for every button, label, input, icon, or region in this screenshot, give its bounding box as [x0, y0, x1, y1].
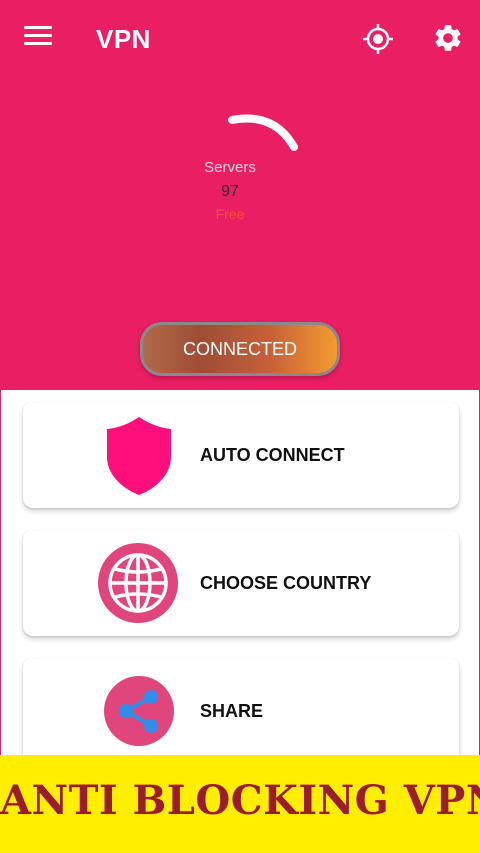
auto-connect-card[interactable]: AUTO CONNECT	[23, 402, 459, 508]
shield-icon	[107, 417, 171, 495]
hamburger-menu-icon[interactable]	[24, 26, 52, 50]
connection-gauge-arc	[228, 114, 298, 151]
connect-button[interactable]: CONNECTED	[140, 322, 340, 376]
promo-banner: ANTI BLOCKING VPN	[0, 755, 480, 853]
banner-text: ANTI BLOCKING VPN	[0, 777, 480, 824]
share-card[interactable]: SHARE	[23, 658, 459, 755]
share-label: SHARE	[200, 701, 264, 721]
servers-count: 97	[221, 183, 239, 200]
choose-country-card[interactable]: CHOOSE COUNTRY	[23, 530, 459, 636]
location-target-icon[interactable]	[361, 22, 395, 56]
auto-connect-label: AUTO CONNECT	[200, 445, 345, 465]
header-area: VPN Servers 97 Free CONNECTED	[0, 0, 480, 392]
app-title: VPN	[96, 24, 151, 54]
share-icon	[104, 676, 174, 746]
menu-panel: AUTO CONNECT CHOOSE COUNTRY SHARE	[0, 390, 480, 755]
servers-status: Free	[215, 206, 245, 222]
choose-country-label: CHOOSE COUNTRY	[200, 573, 372, 593]
servers-label: Servers	[204, 159, 256, 176]
globe-icon	[98, 543, 178, 623]
gear-icon[interactable]	[432, 22, 464, 54]
